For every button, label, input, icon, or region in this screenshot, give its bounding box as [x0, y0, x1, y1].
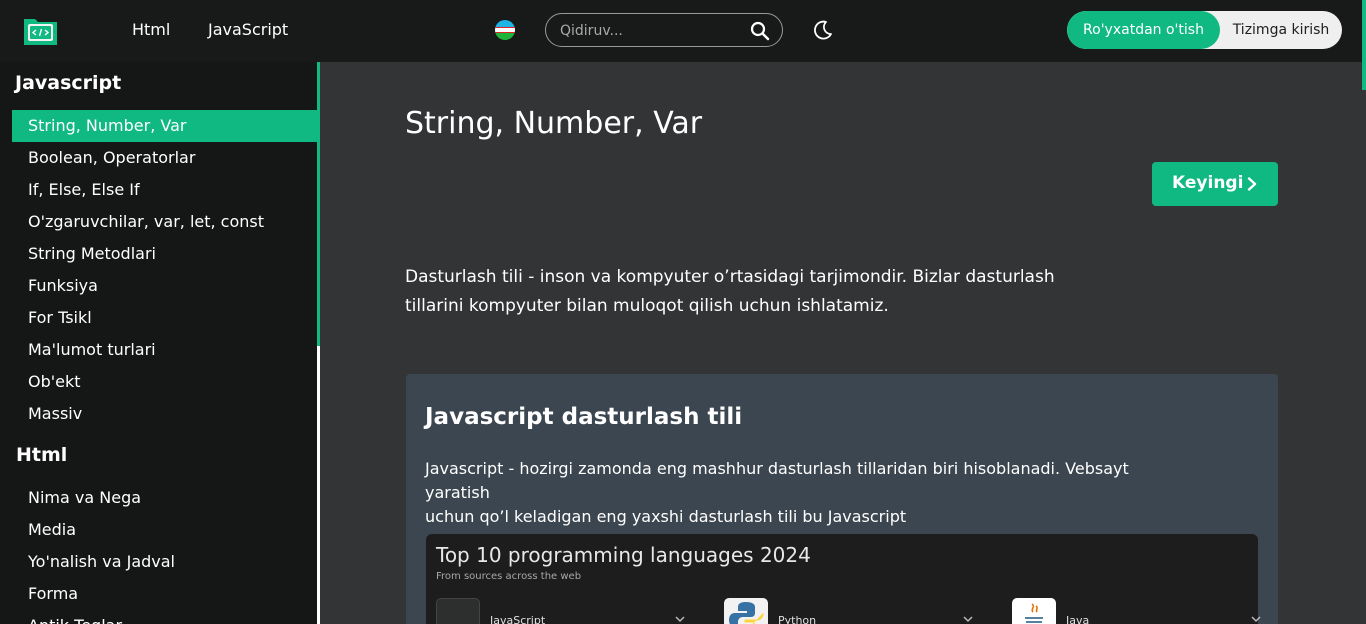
language-name: JavaScript — [490, 614, 546, 624]
chevron-down-icon — [963, 616, 973, 623]
javascript-thumbnail-icon — [436, 598, 480, 624]
sidebar: Javascript String, Number, Var Boolean, … — [0, 62, 320, 624]
embed-subtitle: From sources across the web — [436, 571, 582, 582]
language-item-python: Python — [724, 598, 974, 624]
moon-icon[interactable] — [812, 19, 834, 41]
sidebar-item-string-methods[interactable]: String Metodlari — [12, 238, 318, 270]
chevron-right-icon — [1247, 177, 1257, 191]
sidebar-item-object[interactable]: Ob'ekt — [12, 366, 318, 398]
sidebar-scroll-track — [317, 346, 320, 624]
search-icon[interactable] — [750, 21, 770, 41]
sidebar-item-string-number-var[interactable]: String, Number, Var — [12, 110, 318, 142]
top-header: Html JavaScript Ro'yxatdan o'tish Tizimg… — [0, 0, 1366, 90]
scrollbar[interactable] — [1362, 0, 1366, 90]
card-title: Javascript dasturlash tili — [425, 404, 743, 430]
sidebar-item-forma[interactable]: Forma — [12, 578, 318, 610]
sidebar-item-if-else[interactable]: If, Else, Else If — [12, 174, 318, 206]
sidebar-item-yonalish-jadval[interactable]: Yo'nalish va Jadval — [12, 546, 318, 578]
python-logo-icon — [724, 598, 768, 624]
uzbekistan-flag-icon[interactable] — [495, 20, 515, 40]
search-input[interactable] — [560, 21, 750, 41]
sidebar-item-nima-va-nega[interactable]: Nima va Nega — [12, 482, 318, 514]
card-text-line: uchun qo’l keladigan eng yaxshi dasturla… — [425, 507, 907, 526]
next-button-label: Keyingi — [1172, 173, 1244, 193]
sidebar-section-javascript: Javascript — [15, 72, 122, 94]
sidebar-item-antik-teglar[interactable]: Antik Teglar — [12, 610, 318, 624]
chevron-down-icon — [675, 616, 685, 623]
intro-line: tillarini kompyuter bilan muloqot qilish… — [405, 296, 889, 316]
sidebar-item-media[interactable]: Media — [12, 514, 318, 546]
card-text: Javascript - hozirgi zamonda eng mashhur… — [425, 457, 1185, 529]
embed-title: Top 10 programming languages 2024 — [436, 543, 811, 567]
language-name: Python — [778, 614, 817, 624]
logo-folder-code-icon[interactable] — [22, 13, 59, 47]
sidebar-scroll-thumb[interactable] — [317, 62, 320, 346]
embedded-image: Top 10 programming languages 2024 From s… — [426, 534, 1261, 624]
sidebar-item-function[interactable]: Funksiya — [12, 270, 318, 302]
java-logo-icon — [1012, 598, 1056, 624]
nav-html[interactable]: Html — [132, 20, 170, 40]
language-name: Java — [1066, 614, 1090, 624]
info-card: Javascript dasturlash tili Javascript - … — [406, 374, 1278, 624]
sidebar-item-array[interactable]: Massiv — [12, 398, 318, 430]
intro-line: Dasturlash tili - inson va kompyuter o’r… — [405, 267, 1055, 287]
register-button[interactable]: Ro'yxatdan o'tish — [1067, 11, 1220, 49]
search-box — [545, 13, 783, 47]
language-item-javascript: JavaScript — [436, 598, 686, 624]
language-item-java: Java — [1012, 598, 1262, 624]
page-title: String, Number, Var — [405, 106, 703, 141]
sidebar-item-variables[interactable]: O'zgaruvchilar, var, let, const — [12, 206, 318, 238]
sidebar-item-for-loop[interactable]: For Tsikl — [12, 302, 318, 334]
intro-paragraph: Dasturlash tili - inson va kompyuter o’r… — [405, 263, 1065, 321]
auth-toggle: Ro'yxatdan o'tish Tizimga kirish — [1067, 11, 1342, 49]
nav-javascript[interactable]: JavaScript — [208, 20, 288, 40]
chevron-down-icon — [1251, 616, 1261, 623]
card-text-line: Javascript - hozirgi zamonda eng mashhur… — [425, 459, 1129, 502]
login-button[interactable]: Tizimga kirish — [1220, 11, 1342, 49]
next-button[interactable]: Keyingi — [1152, 162, 1278, 206]
sidebar-item-boolean[interactable]: Boolean, Operatorlar — [12, 142, 318, 174]
sidebar-section-html: Html — [16, 444, 68, 466]
sidebar-item-data-types[interactable]: Ma'lumot turlari — [12, 334, 318, 366]
